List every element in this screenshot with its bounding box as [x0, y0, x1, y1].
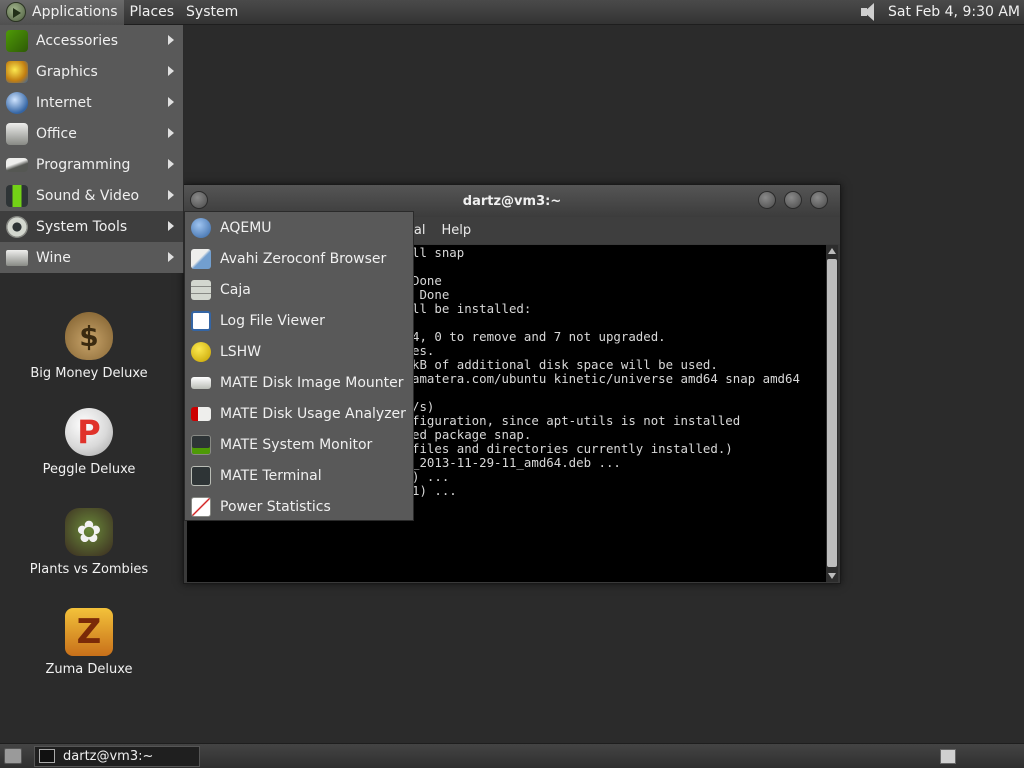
menu-item-power-statistics[interactable]: Power Statistics — [185, 491, 413, 522]
wine-icon — [6, 249, 28, 266]
menu-item-aqemu[interactable]: AQEMU — [185, 212, 413, 243]
desktop-icon-label: Big Money Deluxe — [30, 366, 148, 381]
terminal-line: ll snap — [412, 245, 465, 260]
terminal-icon — [39, 749, 55, 763]
file-cabinet-icon — [191, 279, 211, 300]
terminal-line: /s) — [412, 399, 435, 414]
menu-item-office[interactable]: Office — [0, 118, 183, 149]
office-icon — [6, 122, 28, 145]
close-button[interactable] — [810, 191, 828, 209]
disk-usage-icon — [191, 406, 211, 421]
terminal-line: files and directories currently installe… — [412, 441, 733, 456]
system-tray: Sat Feb 4, 9:30 AM — [858, 0, 1024, 25]
programming-icon — [6, 157, 28, 172]
terminal-line: Done — [412, 287, 450, 302]
menu-item-graphics[interactable]: Graphics — [0, 56, 183, 87]
top-panel: Applications Places System Sat Feb 4, 9:… — [0, 0, 1024, 25]
terminal-line: figuration, since apt-utils is not insta… — [412, 413, 741, 428]
terminal-icon — [191, 465, 211, 486]
terminal-title: dartz@vm3:~ — [462, 193, 562, 209]
desktop-icon-label: Zuma Deluxe — [45, 662, 133, 677]
accessories-icon — [6, 29, 28, 52]
zuma-icon: Z — [65, 608, 113, 656]
chevron-right-icon — [168, 159, 174, 169]
system-menu-button[interactable]: System — [180, 0, 244, 25]
menu-item-sound-video[interactable]: Sound & Video — [0, 180, 183, 211]
chevron-right-icon — [168, 190, 174, 200]
chevron-right-icon — [168, 128, 174, 138]
terminal-line: es. — [412, 343, 435, 358]
aqemu-icon — [191, 217, 211, 238]
avahi-icon — [191, 248, 211, 269]
desktop-icon-label: Peggle Deluxe — [42, 462, 136, 477]
scrollbar-thumb[interactable] — [827, 259, 837, 567]
power-statistics-icon — [191, 496, 211, 517]
window-menu-button[interactable] — [190, 191, 208, 209]
taskbar-item-terminal[interactable]: dartz@vm3:~ — [34, 745, 200, 767]
chevron-right-icon — [168, 97, 174, 107]
menu-item-disk-image-mounter[interactable]: MATE Disk Image Mounter — [185, 367, 413, 398]
menu-item-log-file-viewer[interactable]: Log File Viewer — [185, 305, 413, 336]
terminal-line: ed package snap. — [412, 427, 532, 442]
applications-label: Applications — [32, 4, 118, 20]
sound-video-icon — [6, 184, 28, 207]
scroll-up-icon[interactable] — [828, 248, 836, 254]
graphics-icon — [6, 60, 28, 83]
gear-icon — [6, 215, 28, 238]
show-desktop-icon[interactable] — [4, 748, 22, 764]
workspace-switcher[interactable] — [940, 748, 956, 764]
flower-icon: ✿ — [65, 508, 113, 556]
menu-item-accessories[interactable]: Accessories — [0, 25, 183, 56]
terminal-line: ll be installed: — [412, 301, 532, 316]
disk-icon — [191, 376, 211, 389]
magnifier-icon — [191, 310, 211, 331]
chevron-right-icon — [168, 221, 174, 231]
system-tools-submenu: AQEMU Avahi Zeroconf Browser Caja Log Fi… — [184, 211, 414, 521]
menu-item-avahi[interactable]: Avahi Zeroconf Browser — [185, 243, 413, 274]
lshw-icon — [191, 341, 211, 362]
menu-item-wine[interactable]: Wine — [0, 242, 183, 273]
menu-item-disk-usage-analyzer[interactable]: MATE Disk Usage Analyzer — [185, 398, 413, 429]
terminal-line: 1) ... — [412, 483, 457, 498]
desktop-icon-big-money[interactable]: $ Big Money Deluxe — [14, 312, 164, 381]
menu-item-lshw[interactable]: LSHW — [185, 336, 413, 367]
applications-menu: Accessories Graphics Internet Office Pro… — [0, 25, 184, 273]
menu-item-system-monitor[interactable]: MATE System Monitor — [185, 429, 413, 460]
clock[interactable]: Sat Feb 4, 9:30 AM — [888, 4, 1024, 20]
peggle-icon: P — [65, 408, 113, 456]
menu-item-system-tools[interactable]: System Tools — [0, 211, 183, 242]
menu-item-programming[interactable]: Programming — [0, 149, 183, 180]
terminal-line: _2013-11-29-11_amd64.deb ... — [412, 455, 621, 470]
terminal-line: kB of additional disk space will be used… — [412, 357, 718, 372]
terminal-line: amatera.com/ubuntu kinetic/universe amd6… — [412, 371, 800, 386]
chevron-right-icon — [168, 252, 174, 262]
terminal-line: 4, 0 to remove and 7 not upgraded. — [412, 329, 666, 344]
minimize-button[interactable] — [758, 191, 776, 209]
chevron-right-icon — [168, 35, 174, 45]
menu-item-caja[interactable]: Caja — [185, 274, 413, 305]
scroll-down-icon[interactable] — [828, 573, 836, 579]
desktop-icon-plants-vs-zombies[interactable]: ✿ Plants vs Zombies — [14, 508, 164, 577]
mate-logo-icon — [6, 2, 26, 22]
chevron-right-icon — [168, 66, 174, 76]
desktop-icon-label: Plants vs Zombies — [29, 562, 149, 577]
terminal-menu-help[interactable]: Help — [441, 223, 471, 238]
menu-item-internet[interactable]: Internet — [0, 87, 183, 118]
menu-item-mate-terminal[interactable]: MATE Terminal — [185, 460, 413, 491]
places-menu-button[interactable]: Places — [124, 0, 181, 25]
money-bag-icon: $ — [65, 312, 113, 360]
terminal-scrollbar[interactable] — [826, 245, 838, 582]
system-monitor-icon — [191, 434, 211, 455]
taskbar-item-label: dartz@vm3:~ — [63, 748, 154, 764]
volume-icon[interactable] — [858, 2, 882, 22]
bottom-panel: dartz@vm3:~ — [0, 743, 1024, 768]
desktop-icon-zuma[interactable]: Z Zuma Deluxe — [14, 608, 164, 677]
applications-menu-button[interactable]: Applications — [0, 0, 124, 25]
internet-icon — [6, 91, 28, 114]
maximize-button[interactable] — [784, 191, 802, 209]
desktop-icon-peggle[interactable]: P Peggle Deluxe — [14, 408, 164, 477]
terminal-line: ) ... — [412, 469, 450, 484]
terminal-line: Done — [412, 273, 442, 288]
